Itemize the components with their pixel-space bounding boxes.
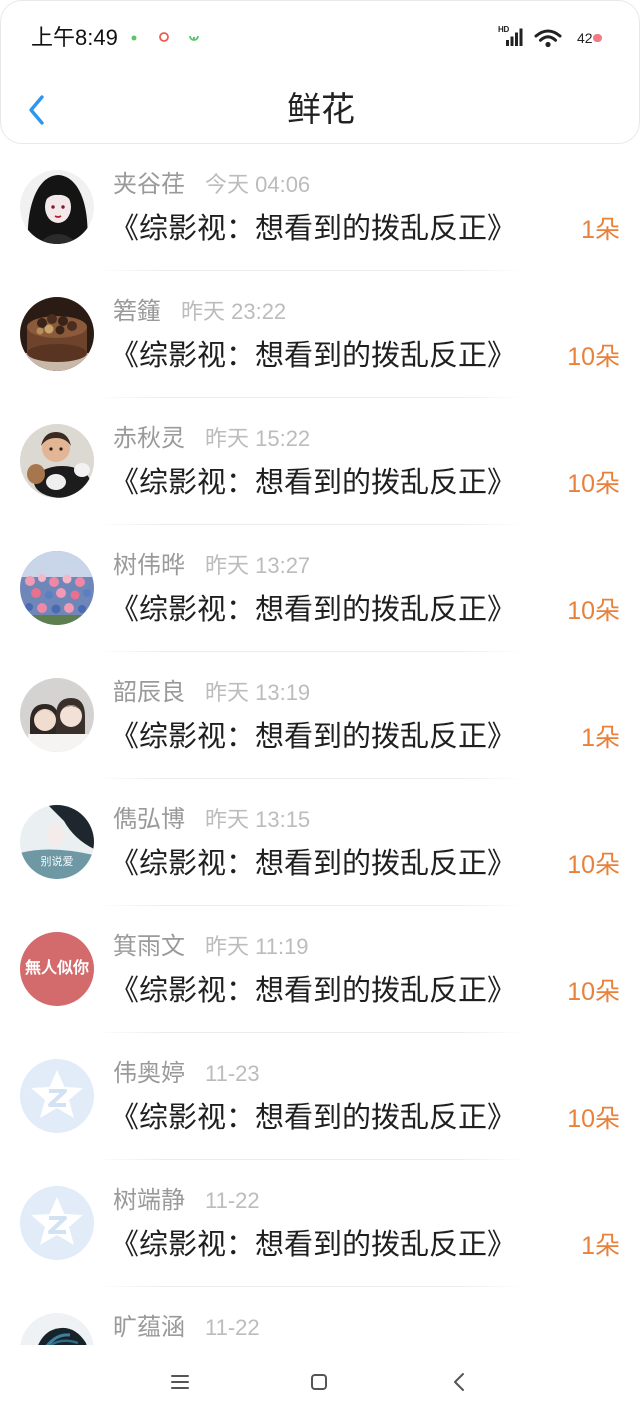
avatar[interactable] — [20, 678, 94, 752]
status-time: 上午8:49 — [31, 25, 118, 50]
avatar[interactable] — [20, 424, 94, 498]
menu-icon — [171, 1375, 189, 1389]
record-icon — [159, 32, 169, 42]
sender-meta: 树伟晔 昨天 13:27 — [113, 551, 310, 581]
flower-count: 10朵 — [567, 851, 620, 879]
notification-icons — [131, 32, 199, 42]
flower-count: 10朵 — [567, 1105, 620, 1133]
book-title: 《综影视：想看到的拨乱反正》 — [110, 721, 517, 753]
divider — [95, 1159, 525, 1160]
avatar-caption: 别说爱 — [40, 856, 74, 868]
book-title: 《综影视：想看到的拨乱反正》 — [110, 594, 517, 626]
flower-record-item[interactable]: 赤秋灵 昨天 15:22 《综影视：想看到的拨乱反正》 10朵 — [0, 399, 640, 526]
sent-time: 昨天 23:22 — [181, 299, 287, 324]
sender-meta: 伟奥婷 11-23 — [113, 1059, 260, 1089]
battery-icon — [593, 34, 602, 42]
book-title: 《综影视：想看到的拨乱反正》 — [110, 1102, 517, 1134]
sent-time: 11-22 — [205, 1315, 260, 1340]
divider — [95, 270, 525, 271]
divider — [95, 778, 525, 779]
book-title: 《综影视：想看到的拨乱反正》 — [110, 975, 517, 1007]
avatar[interactable] — [20, 551, 94, 625]
flower-record-item[interactable]: 别说爱 儁弘博 昨天 13:15 《综影视：想看到的拨乱反正》 10朵 — [0, 780, 640, 907]
sender-name: 旷蕴涵 — [113, 1314, 185, 1341]
divider — [95, 1286, 525, 1287]
flower-record-item[interactable]: 伟奥婷 11-23 《综影视：想看到的拨乱反正》 10朵 — [0, 1034, 640, 1161]
flower-count: 10朵 — [567, 597, 620, 625]
flower-record-item[interactable]: 無人似你 箕雨文 昨天 11:19 《综影视：想看到的拨乱反正》 10朵 — [0, 907, 640, 1034]
home-button[interactable] — [299, 1362, 339, 1402]
sender-name: 箕雨文 — [113, 933, 185, 960]
flower-record-item[interactable]: 树伟晔 昨天 13:27 《综影视：想看到的拨乱反正》 10朵 — [0, 526, 640, 653]
default-avatar-icon[interactable] — [20, 1059, 94, 1133]
back-icon — [454, 1373, 464, 1391]
page-title: 鲜花 — [287, 91, 355, 129]
avatar[interactable] — [20, 170, 94, 244]
book-title: 《综影视：想看到的拨乱反正》 — [110, 467, 517, 499]
divider — [95, 397, 525, 398]
system-nav-bar — [0, 1345, 640, 1422]
flower-count: 1朵 — [581, 216, 620, 244]
flower-count: 10朵 — [567, 343, 620, 371]
sender-meta: 树端静 11-22 — [113, 1186, 260, 1216]
avatar[interactable]: 别说爱 — [20, 805, 94, 879]
avatar-caption: 無人似你 — [24, 960, 89, 977]
avatar[interactable] — [20, 297, 94, 371]
flower-count: 1朵 — [581, 724, 620, 752]
flower-record-item[interactable]: 树端静 11-22 《综影视：想看到的拨乱反正》 1朵 — [0, 1161, 640, 1288]
book-title: 《综影视：想看到的拨乱反正》 — [110, 1229, 517, 1261]
sender-name: 树伟晔 — [113, 552, 185, 579]
sender-meta: 儁弘博 昨天 13:15 — [113, 805, 310, 835]
divider — [95, 651, 525, 652]
flower-count: 10朵 — [567, 470, 620, 498]
sender-meta: 韶辰良 昨天 13:19 — [113, 678, 310, 708]
sent-time: 今天 04:06 — [205, 172, 311, 197]
divider — [95, 1032, 525, 1033]
book-title: 《综影视：想看到的拨乱反正》 — [110, 340, 517, 372]
sender-name: 儁弘博 — [113, 806, 185, 833]
flower-count: 10朵 — [567, 978, 620, 1006]
sender-meta: 旷蕴涵 11-22 — [113, 1313, 260, 1343]
app-header: 上午8:49 HD 42 鲜花 — [0, 0, 640, 144]
sender-meta: 箕雨文 昨天 11:19 — [113, 932, 309, 962]
sent-time: 昨天 11:19 — [205, 934, 309, 959]
divider — [95, 905, 525, 906]
sender-name: 伟奥婷 — [113, 1060, 185, 1087]
back-nav-button[interactable] — [439, 1362, 479, 1402]
sender-name: 箬籦 — [113, 298, 161, 325]
sender-name: 赤秋灵 — [113, 425, 185, 452]
default-avatar-icon[interactable] — [20, 1186, 94, 1260]
sent-time: 昨天 13:27 — [205, 553, 311, 578]
battery-level: 42 — [577, 30, 593, 46]
sender-meta: 赤秋灵 昨天 15:22 — [113, 424, 310, 454]
flower-count: 1朵 — [581, 1232, 620, 1260]
sent-time: 昨天 15:22 — [205, 426, 311, 451]
sent-time: 昨天 13:15 — [205, 807, 311, 832]
divider — [95, 524, 525, 525]
flower-record-item[interactable]: 夹谷荏 今天 04:06 《综影视：想看到的拨乱反正》 1朵 — [0, 145, 640, 272]
sender-meta: 夹谷荏 今天 04:06 — [113, 170, 310, 200]
flower-record-item[interactable]: 箬籦 昨天 23:22 《综影视：想看到的拨乱反正》 10朵 — [0, 272, 640, 399]
sent-time: 11-22 — [205, 1188, 260, 1213]
wifi-icon — [534, 29, 562, 48]
signal-icon — [506, 28, 523, 46]
book-title: 《综影视：想看到的拨乱反正》 — [110, 213, 517, 245]
notification-dot-icon — [131, 35, 137, 41]
sender-name: 树端静 — [113, 1187, 185, 1214]
menu-button[interactable] — [160, 1362, 200, 1402]
book-title: 《综影视：想看到的拨乱反正》 — [110, 848, 517, 880]
flower-record-item[interactable]: 韶辰良 昨天 13:19 《综影视：想看到的拨乱反正》 1朵 — [0, 653, 640, 780]
home-icon — [311, 1374, 327, 1390]
avatar[interactable]: 無人似你 — [20, 932, 94, 1006]
sent-time: 11-23 — [205, 1061, 260, 1086]
sender-name: 韶辰良 — [113, 679, 185, 706]
sent-time: 昨天 13:19 — [205, 680, 311, 705]
sender-name: 夹谷荏 — [113, 171, 185, 198]
sender-meta: 箬籦 昨天 23:22 — [113, 297, 286, 327]
